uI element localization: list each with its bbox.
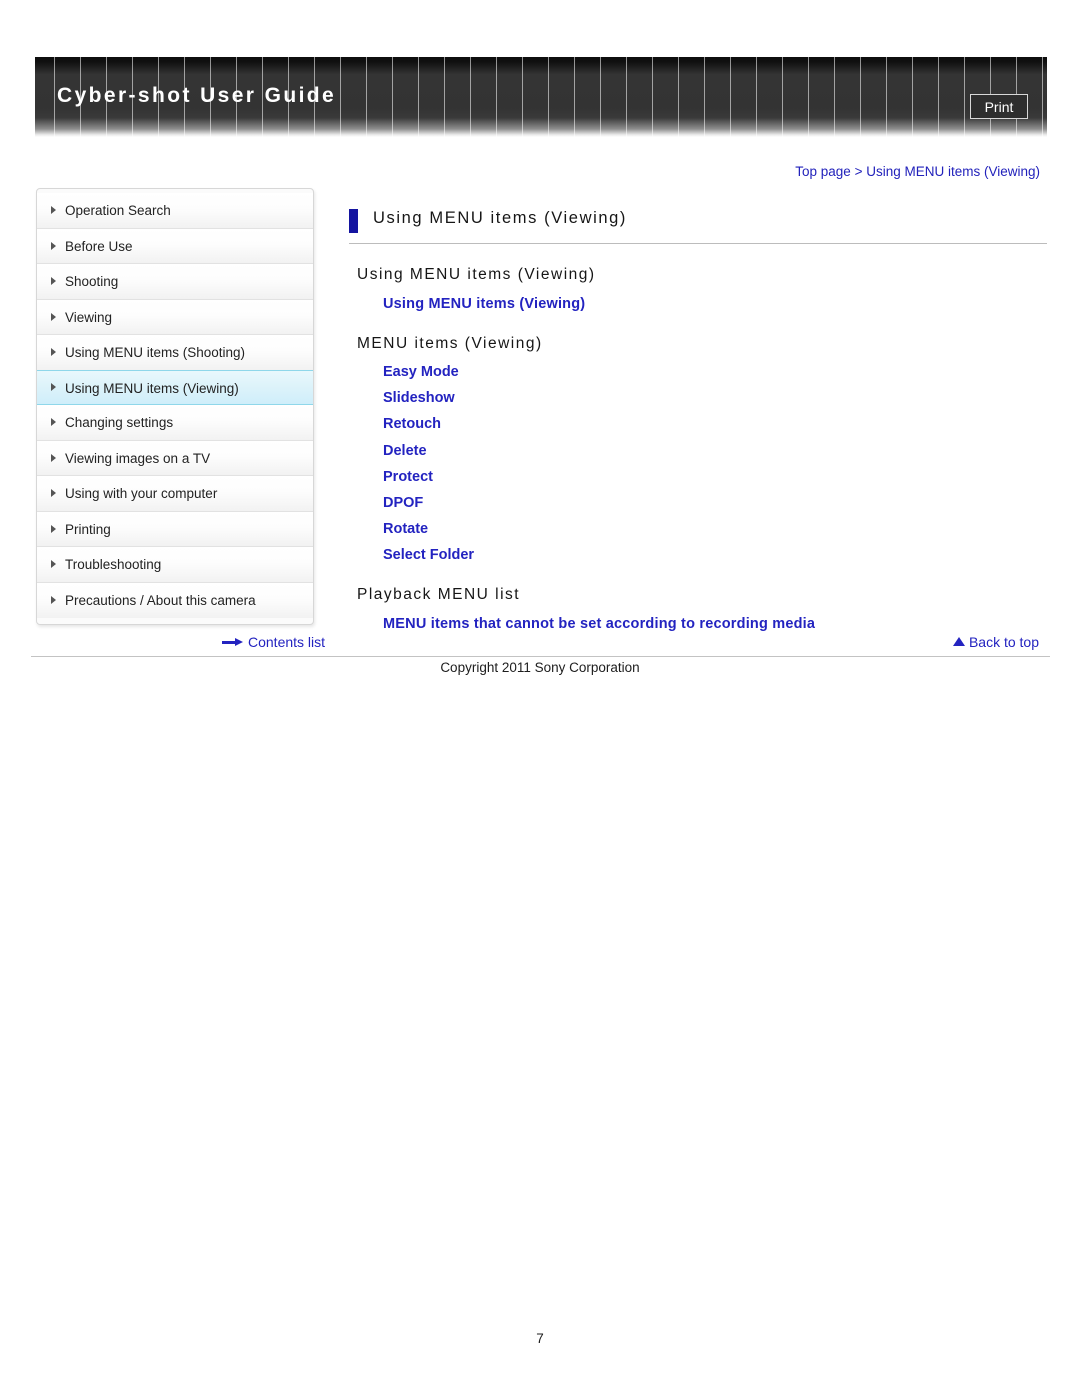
triangle-right-icon [51,596,56,605]
section-heading: Playback MENU list [357,585,521,603]
content-sections: Using MENU items (Viewing) Using MENU ite… [349,266,1047,638]
triangle-right-icon [51,560,56,569]
sidebar-item-label: Using with your computer [65,486,218,501]
sidebar-item-label: Changing settings [65,415,174,430]
sidebar-item-label: Viewing [65,309,113,325]
content-link[interactable]: Select Folder [349,542,1047,568]
sidebar-item-label: Precautions / About this camera [65,592,256,608]
content-link[interactable]: Retouch [349,411,1047,437]
sidebar-item-label: Using MENU items (Viewing) [65,380,239,396]
content-link[interactable]: Delete [349,438,1047,464]
triangle-right-icon [51,383,56,392]
sidebar-navigation: Operation Search Before Use Shooting Viewin… [36,188,314,625]
section-heading: Using MENU items (Viewing) [357,266,596,283]
section-link-list: Easy Mode Slideshow Retouch Delete Protect DP… [349,359,1047,569]
triangle-up-icon [952,637,965,647]
footer-links: Contents list Back to top [36,634,1047,656]
main-content: Using MENU items (Viewing) Using MENU it… [349,207,1047,638]
footer-divider [31,656,1050,657]
triangle-right-icon [51,524,56,533]
sidebar-item-label: Shooting [65,274,119,289]
triangle-right-icon [51,418,56,427]
triangle-right-icon [51,277,56,286]
sidebar-item-label: Printing [65,521,111,537]
contents-list-label: Contents list [248,634,326,650]
sidebar-item-viewing[interactable]: Viewing [37,299,313,335]
page-title: Using MENU items (Viewing) [373,209,628,227]
section-link-list: Using MENU items (Viewing) [349,290,1047,318]
sidebar-item-using-with-your-computer[interactable]: Using with your computer [37,476,313,512]
app-title: Cyber-shot User Guide [57,84,337,107]
sidebar-item-shooting[interactable]: Shooting [37,264,313,300]
list-item: Protect [349,464,1047,490]
list-item: Slideshow [349,385,1047,411]
triangle-right-icon [51,241,56,250]
list-item: Delete [349,438,1047,464]
section-heading: MENU items (Viewing) [357,335,543,352]
list-item: Using MENU items (Viewing) [349,290,1047,318]
sidebar-item-troubleshooting[interactable]: Troubleshooting [37,547,313,583]
sidebar-item-label: Before Use [65,238,133,254]
triangle-right-icon [51,206,56,215]
list-item: Rotate [349,516,1047,542]
sidebar-item-changing-settings[interactable]: Changing settings [37,405,313,441]
content-link[interactable]: Protect [349,464,1047,490]
sidebar-item-before-use[interactable]: Before Use [37,228,313,264]
sidebar-item-label: Operation Search [65,203,171,218]
content-link[interactable]: Using MENU items (Viewing) [349,290,1047,318]
title-accent-bar [349,209,358,233]
list-item: Easy Mode [349,359,1047,385]
list-item: Retouch [349,411,1047,437]
sidebar-item-label: Using MENU items (Shooting) [65,345,246,360]
sidebar-item-label: Troubleshooting [65,557,162,572]
print-button[interactable]: Print [970,94,1028,119]
breadcrumb-link[interactable]: Top page > Using MENU items (Viewing) [795,164,1040,179]
list-item: DPOF [349,490,1047,516]
back-to-top-label: Back to top [968,634,1039,650]
sidebar-item-operation-search[interactable]: Operation Search [37,193,313,229]
list-item: Select Folder [349,542,1047,568]
contents-list-link[interactable]: Contents list [222,634,325,650]
page-number: 7 [536,1331,544,1346]
content-link[interactable]: Easy Mode [349,359,1047,385]
sidebar-item-label: Viewing images on a TV [65,450,211,466]
triangle-right-icon [51,453,56,462]
sidebar-item-precautions-about-this-camera[interactable]: Precautions / About this camera [37,582,313,618]
sidebar-item-using-menu-items-viewing[interactable]: Using MENU items (Viewing) [37,369,313,405]
sidebar-item-using-menu-items-shooting[interactable]: Using MENU items (Shooting) [37,335,313,371]
sidebar-item-printing[interactable]: Printing [37,511,313,547]
copyright-text: Copyright 2011 Sony Corporation [440,660,640,675]
content-link[interactable]: Slideshow [349,385,1047,411]
breadcrumb[interactable]: Top page > Using MENU items (Viewing) [795,164,1040,179]
triangle-right-icon [51,312,56,321]
arrow-right-icon [222,637,244,647]
page-title-row: Using MENU items (Viewing) [349,207,1047,244]
app-header-banner: Cyber-shot User Guide Print [35,57,1047,137]
triangle-right-icon [51,348,56,357]
content-link[interactable]: Rotate [349,516,1047,542]
content-link[interactable]: DPOF [349,490,1047,516]
back-to-top-link[interactable]: Back to top [952,634,1039,650]
sidebar-item-viewing-images-on-a-tv[interactable]: Viewing images on a TV [37,440,313,476]
triangle-right-icon [51,489,56,498]
